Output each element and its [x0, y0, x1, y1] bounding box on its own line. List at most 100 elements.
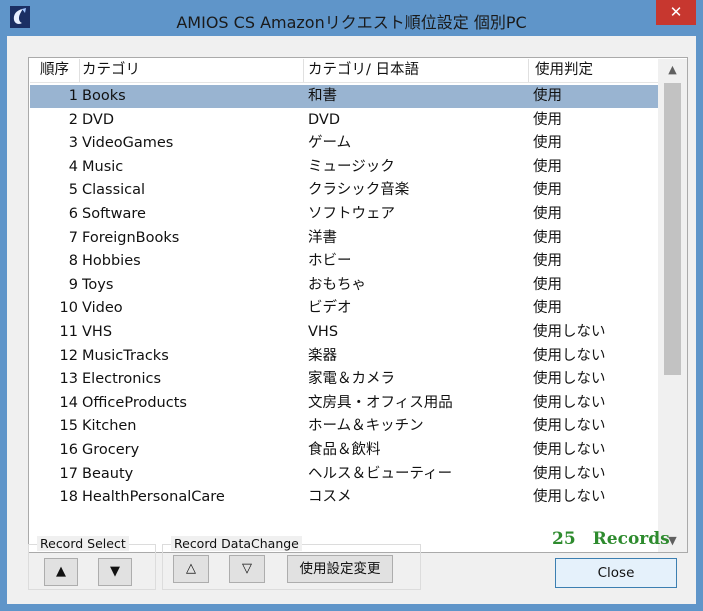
move-up-button[interactable]: △ — [173, 555, 209, 583]
vertical-scrollbar[interactable]: ▲ ▼ — [658, 59, 687, 552]
column-header-order[interactable]: 順序 — [40, 59, 69, 82]
row-order: 7 — [68, 229, 78, 246]
row-order: 18 — [59, 489, 78, 506]
row-order: 12 — [59, 347, 78, 364]
row-japanese: ホビー — [308, 253, 352, 270]
row-category: ForeignBooks — [82, 229, 180, 246]
window-close-button[interactable]: ✕ — [656, 0, 696, 25]
table-row[interactable]: 17 Beauty ヘルス＆ビューティー 使用しない — [30, 463, 658, 486]
row-order: 10 — [59, 300, 78, 317]
row-status: 使用 — [533, 253, 562, 270]
row-category: Toys — [82, 276, 114, 293]
triangle-up-icon: ▲ — [56, 564, 66, 579]
table-row[interactable]: 11 VHS VHS 使用しない — [30, 321, 658, 344]
table-row[interactable]: 9 Toys おもちゃ 使用 — [30, 274, 658, 297]
row-japanese: クラシック音楽 — [308, 182, 410, 199]
table-row[interactable]: 2 DVD DVD 使用 — [30, 109, 658, 132]
row-status: 使用しない — [533, 371, 606, 388]
row-japanese: ビデオ — [308, 300, 352, 317]
category-list[interactable]: 順序 カテゴリ カテゴリ/ 日本語 使用判定 1 Books 和書 使用 2 DVD DVD… — [28, 57, 688, 553]
row-japanese: 家電＆カメラ — [308, 371, 395, 388]
row-status: 使用しない — [533, 442, 606, 458]
row-category: OfficeProducts — [82, 394, 187, 411]
row-order: 1 — [68, 88, 78, 104]
table-row[interactable]: 13 Electronics 家電＆カメラ 使用しない — [30, 368, 658, 391]
record-datachange-label: Record DataChange — [171, 536, 302, 551]
row-japanese: 楽器 — [308, 347, 337, 364]
table-row[interactable]: 5 Classical クラシック音楽 使用 — [30, 179, 658, 202]
row-status: 使用 — [533, 135, 562, 152]
row-order: 6 — [68, 206, 78, 222]
change-usage-button[interactable]: 使用設定変更 — [287, 555, 393, 583]
select-next-button[interactable]: ▼ — [98, 558, 132, 586]
record-select-group: Record Select ▲ ▼ — [28, 536, 156, 590]
row-category: Software — [82, 206, 146, 222]
row-japanese: おもちゃ — [308, 276, 366, 293]
table-row[interactable]: 6 Software ソフトウェア 使用 — [30, 203, 658, 226]
row-japanese: 和書 — [308, 88, 337, 104]
row-japanese: ゲーム — [308, 135, 352, 152]
row-japanese: 文房具・オフィス用品 — [308, 394, 453, 411]
column-header-japanese[interactable]: カテゴリ/ 日本語 — [308, 59, 419, 82]
row-japanese: DVD — [308, 111, 340, 128]
row-category: Kitchen — [82, 418, 137, 435]
close-button[interactable]: Close — [555, 558, 677, 588]
row-status: 使用 — [533, 182, 562, 199]
row-category: Classical — [82, 182, 146, 199]
records-count: 25 Records — [552, 529, 670, 549]
triangle-down-outline-icon: ▽ — [242, 561, 252, 576]
row-order: 14 — [59, 394, 78, 411]
table-row[interactable]: 3 VideoGames ゲーム 使用 — [30, 132, 658, 155]
column-header-category[interactable]: カテゴリ — [82, 59, 140, 82]
column-header-status[interactable]: 使用判定 — [535, 59, 593, 82]
record-datachange-group: Record DataChange △ ▽ 使用設定変更 — [162, 536, 421, 590]
row-category: Electronics — [82, 371, 162, 388]
row-order: 9 — [68, 276, 78, 293]
select-previous-button[interactable]: ▲ — [44, 558, 78, 586]
column-divider — [528, 59, 529, 82]
table-row[interactable]: 14 OfficeProducts 文房具・オフィス用品 使用しない — [30, 392, 658, 415]
table-row[interactable]: 15 Kitchen ホーム＆キッチン 使用しない — [30, 415, 658, 438]
scroll-up-icon[interactable]: ▲ — [658, 59, 687, 81]
list-header: 順序 カテゴリ カテゴリ/ 日本語 使用判定 — [30, 59, 658, 83]
scroll-thumb[interactable] — [664, 83, 681, 375]
column-divider — [303, 59, 304, 82]
row-status: 使用しない — [533, 347, 606, 364]
row-order: 16 — [59, 442, 78, 458]
row-status: 使用しない — [533, 489, 606, 506]
table-row[interactable]: 18 HealthPersonalCare コスメ 使用しない — [30, 486, 658, 509]
row-category: MusicTracks — [82, 347, 169, 364]
table-row[interactable]: 8 Hobbies ホビー 使用 — [30, 250, 658, 273]
row-status: 使用 — [533, 111, 562, 128]
row-japanese: ヘルス＆ビューティー — [308, 465, 453, 482]
app-window: AMIOS CS Amazonリクエスト順位設定 個別PC ✕ 順序 カテゴリ … — [0, 0, 703, 611]
row-category: Video — [82, 300, 123, 317]
row-status: 使用しない — [533, 324, 606, 340]
row-status: 使用 — [533, 276, 562, 293]
table-row[interactable]: 16 Grocery 食品＆飲料 使用しない — [30, 439, 658, 462]
row-order: 15 — [59, 418, 78, 435]
row-category: VHS — [82, 324, 113, 340]
row-japanese: 食品＆飲料 — [308, 442, 381, 458]
table-row[interactable]: 4 Music ミュージック 使用 — [30, 156, 658, 179]
move-down-button[interactable]: ▽ — [229, 555, 265, 583]
row-status: 使用 — [533, 300, 562, 317]
row-japanese: ホーム＆キッチン — [308, 418, 424, 435]
client-area: 順序 カテゴリ カテゴリ/ 日本語 使用判定 1 Books 和書 使用 2 DVD DVD… — [7, 36, 696, 604]
row-japanese: 洋書 — [308, 229, 337, 246]
row-order: 2 — [68, 111, 78, 128]
triangle-up-outline-icon: △ — [186, 561, 196, 576]
row-category: Music — [82, 158, 124, 175]
table-row[interactable]: 10 Video ビデオ 使用 — [30, 297, 658, 320]
row-category: Beauty — [82, 465, 134, 482]
row-order: 3 — [68, 135, 78, 152]
row-category: VideoGames — [82, 135, 174, 152]
row-order: 8 — [68, 253, 78, 270]
table-row[interactable]: 7 ForeignBooks 洋書 使用 — [30, 227, 658, 250]
table-row[interactable]: 12 MusicTracks 楽器 使用しない — [30, 345, 658, 368]
row-order: 17 — [59, 465, 78, 482]
row-order: 4 — [68, 158, 78, 175]
row-status: 使用しない — [533, 418, 606, 435]
table-row[interactable]: 1 Books 和書 使用 — [30, 85, 658, 108]
title-bar[interactable]: AMIOS CS Amazonリクエスト順位設定 個別PC ✕ — [0, 0, 703, 36]
